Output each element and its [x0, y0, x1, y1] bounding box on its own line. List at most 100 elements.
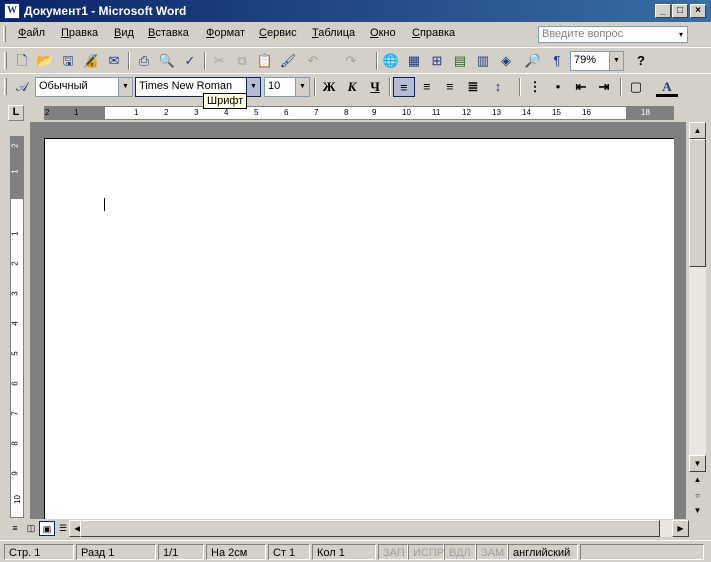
menu-edit[interactable]: Правка	[61, 27, 98, 39]
styles-pane-icon[interactable]: 𝒜	[11, 77, 33, 97]
menu-grip[interactable]	[3, 26, 6, 42]
scroll-up-icon[interactable]: ▲	[689, 122, 706, 139]
borders-icon[interactable]: ▢	[625, 77, 647, 97]
status-rec[interactable]: ЗАП	[378, 544, 408, 560]
email-icon[interactable]: ✉	[103, 51, 125, 71]
ruler-number: 6	[10, 381, 20, 386]
word-app-icon[interactable]: W	[4, 3, 20, 19]
tables-borders-icon[interactable]: ▦	[403, 51, 425, 71]
chevron-down-icon[interactable]: ▼	[118, 78, 132, 96]
chevron-down-icon[interactable]: ▼	[609, 52, 623, 70]
save-icon[interactable]: 🖫	[57, 51, 79, 71]
zoom-combo[interactable]: 79% ▼	[570, 51, 624, 71]
status-empty	[580, 544, 704, 560]
permission-icon[interactable]: 🔏	[80, 51, 102, 71]
align-right-icon[interactable]: ≡	[439, 77, 461, 97]
line-spacing-icon[interactable]: ↕	[487, 77, 509, 97]
vertical-scrollbar[interactable]: ▲ ▼ ▲ ○ ▼	[689, 122, 706, 520]
toolbar-separator	[128, 52, 130, 70]
close-button[interactable]: ×	[690, 4, 706, 18]
spelling-icon[interactable]: ✓	[179, 51, 201, 71]
paste-icon[interactable]: 📋	[254, 51, 276, 71]
tab-selector[interactable]: L	[8, 105, 24, 121]
align-center-icon[interactable]: ≡	[416, 77, 438, 97]
status-col[interactable]: Кол 1	[312, 544, 376, 560]
scroll-thumb[interactable]	[80, 520, 660, 537]
numbering-icon[interactable]: ⋮	[524, 77, 546, 97]
insert-table-icon[interactable]: ⊞	[426, 51, 448, 71]
next-page-icon[interactable]: ▼	[689, 503, 706, 520]
scroll-right-icon[interactable]: ▶	[672, 520, 689, 537]
font-size-combo[interactable]: 10 ▼	[264, 77, 310, 97]
horizontal-scrollbar[interactable]	[80, 520, 680, 537]
status-at[interactable]: На 2см	[206, 544, 266, 560]
bold-button[interactable]: Ж	[318, 77, 340, 97]
justify-icon[interactable]: ≣	[462, 77, 484, 97]
menu-insert[interactable]: Вставка	[148, 27, 189, 39]
document-page[interactable]	[44, 138, 674, 519]
status-section[interactable]: Разд 1	[76, 544, 156, 560]
ruler-number: 2	[10, 143, 20, 148]
previous-page-icon[interactable]: ▲	[689, 472, 706, 489]
hyperlink-icon[interactable]: 🌐	[380, 51, 402, 71]
menu-file[interactable]: Файл	[18, 27, 45, 39]
menu-help[interactable]: Справка	[412, 27, 455, 39]
normal-view-icon[interactable]: ≡	[7, 521, 23, 536]
help-icon[interactable]: ?	[630, 51, 652, 71]
ask-dropdown-icon[interactable]: ▾	[675, 27, 687, 42]
status-language[interactable]: английский	[508, 544, 578, 560]
toolbar-separator	[314, 78, 316, 96]
new-document-icon[interactable]: 🗋	[11, 51, 33, 71]
menu-tools[interactable]: Сервис	[259, 27, 297, 39]
status-page[interactable]: Стр. 1	[4, 544, 74, 560]
ruler-number: 1	[10, 231, 20, 236]
underline-button[interactable]: Ч	[364, 77, 386, 97]
scroll-thumb[interactable]	[689, 139, 706, 267]
columns-icon[interactable]: ▥	[472, 51, 494, 71]
cut-icon[interactable]: ✂	[208, 51, 230, 71]
menu-format[interactable]: Формат	[206, 27, 245, 39]
copy-icon[interactable]: ⧉	[231, 51, 253, 71]
style-value: Обычный	[39, 80, 88, 92]
ruler-number: 2	[10, 261, 20, 266]
toolbar-grip[interactable]	[4, 78, 7, 95]
horizontal-ruler[interactable]: 2 1 1 2 3 4 5 6 7 8 9 10 11 12 13 14 15 …	[44, 106, 674, 120]
menu-window[interactable]: Окно	[370, 27, 396, 39]
chevron-down-icon[interactable]: ▼	[295, 78, 309, 96]
ruler-number: 5	[254, 108, 259, 117]
drawing-icon[interactable]: ◈	[495, 51, 517, 71]
print-preview-icon[interactable]: 🔍	[156, 51, 178, 71]
menu-view[interactable]: Вид	[114, 27, 134, 39]
decrease-indent-icon[interactable]: ⇤	[570, 77, 592, 97]
document-map-icon[interactable]: 🔎	[522, 51, 544, 71]
format-painter-icon[interactable]: 🖌	[277, 51, 299, 71]
menu-table[interactable]: Таблица	[312, 27, 355, 39]
ask-question-input[interactable]: Введите вопрос	[538, 26, 688, 43]
chevron-down-icon[interactable]: ▼	[246, 78, 260, 96]
vertical-ruler[interactable]: 2 1 1 2 3 4 5 6 7 8 9 10	[10, 136, 24, 518]
style-combo[interactable]: Обычный ▼	[35, 77, 133, 97]
insert-excel-icon[interactable]: ▤	[449, 51, 471, 71]
increase-indent-icon[interactable]: ⇥	[593, 77, 615, 97]
bullets-icon[interactable]: •	[547, 77, 569, 97]
maximize-button[interactable]: □	[672, 4, 688, 18]
show-formatting-icon[interactable]: ¶	[546, 51, 568, 71]
status-line[interactable]: Ст 1	[268, 544, 310, 560]
redo-icon[interactable]: ↷	[340, 51, 362, 71]
align-left-icon[interactable]: ≡	[393, 77, 415, 97]
minimize-button[interactable]: _	[655, 4, 671, 18]
status-ovr[interactable]: ЗАМ	[476, 544, 508, 560]
print-layout-icon[interactable]: ▣	[39, 521, 55, 536]
font-color-icon[interactable]: A	[656, 77, 678, 97]
ruler-number: 2	[45, 108, 50, 117]
toolbar-grip[interactable]	[4, 52, 7, 69]
italic-button[interactable]: К	[341, 77, 363, 97]
print-icon[interactable]: ⎙	[133, 51, 155, 71]
open-folder-icon[interactable]: 📂	[34, 51, 56, 71]
status-trk[interactable]: ИСПР	[408, 544, 444, 560]
web-view-icon[interactable]: ◫	[23, 521, 39, 536]
undo-icon[interactable]: ↶	[302, 51, 324, 71]
status-pages[interactable]: 1/1	[158, 544, 204, 560]
status-ext[interactable]: ВДЛ	[444, 544, 476, 560]
scroll-down-icon[interactable]: ▼	[689, 455, 706, 472]
